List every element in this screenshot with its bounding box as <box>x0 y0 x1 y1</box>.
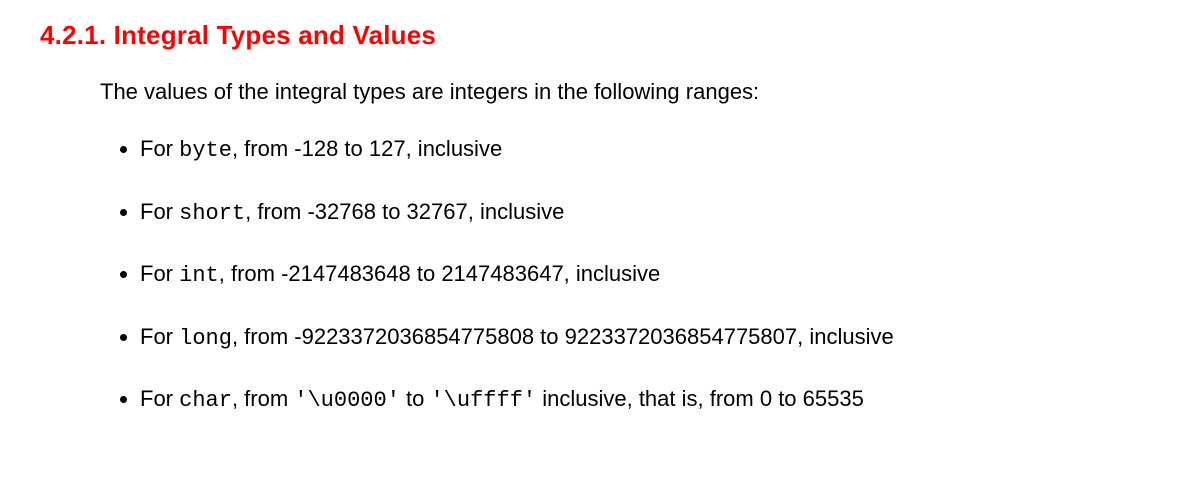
item-suffix: inclusive, that is, from 0 to 65535 <box>536 386 864 411</box>
type-code: byte <box>179 138 232 163</box>
item-mid: , from <box>232 386 294 411</box>
list-item: For char, from '\u0000' to '\uffff' incl… <box>140 385 1148 416</box>
list-item: For long, from -9223372036854775808 to 9… <box>140 323 1148 354</box>
intro-paragraph: The values of the integral types are int… <box>100 79 1148 105</box>
char-code: '\u0000' <box>294 388 400 413</box>
item-suffix: , from -9223372036854775808 to 922337203… <box>232 324 894 349</box>
type-code: int <box>179 263 219 288</box>
item-suffix: , from -128 to 127, inclusive <box>232 136 502 161</box>
list-item: For byte, from -128 to 127, inclusive <box>140 135 1148 166</box>
item-prefix: For <box>140 136 179 161</box>
list-item: For short, from -32768 to 32767, inclusi… <box>140 198 1148 229</box>
section-heading: 4.2.1. Integral Types and Values <box>40 20 1148 51</box>
item-prefix: For <box>140 386 179 411</box>
item-prefix: For <box>140 261 179 286</box>
type-code: long <box>179 326 232 351</box>
type-code: char <box>179 388 232 413</box>
list-item: For int, from -2147483648 to 2147483647,… <box>140 260 1148 291</box>
item-mid: to <box>400 386 431 411</box>
type-code: short <box>179 201 245 226</box>
item-suffix: , from -2147483648 to 2147483647, inclus… <box>219 261 661 286</box>
char-code: '\uffff' <box>430 388 536 413</box>
item-prefix: For <box>140 199 179 224</box>
item-prefix: For <box>140 324 179 349</box>
item-suffix: , from -32768 to 32767, inclusive <box>245 199 564 224</box>
integral-types-list: For byte, from -128 to 127, inclusive Fo… <box>100 135 1148 416</box>
